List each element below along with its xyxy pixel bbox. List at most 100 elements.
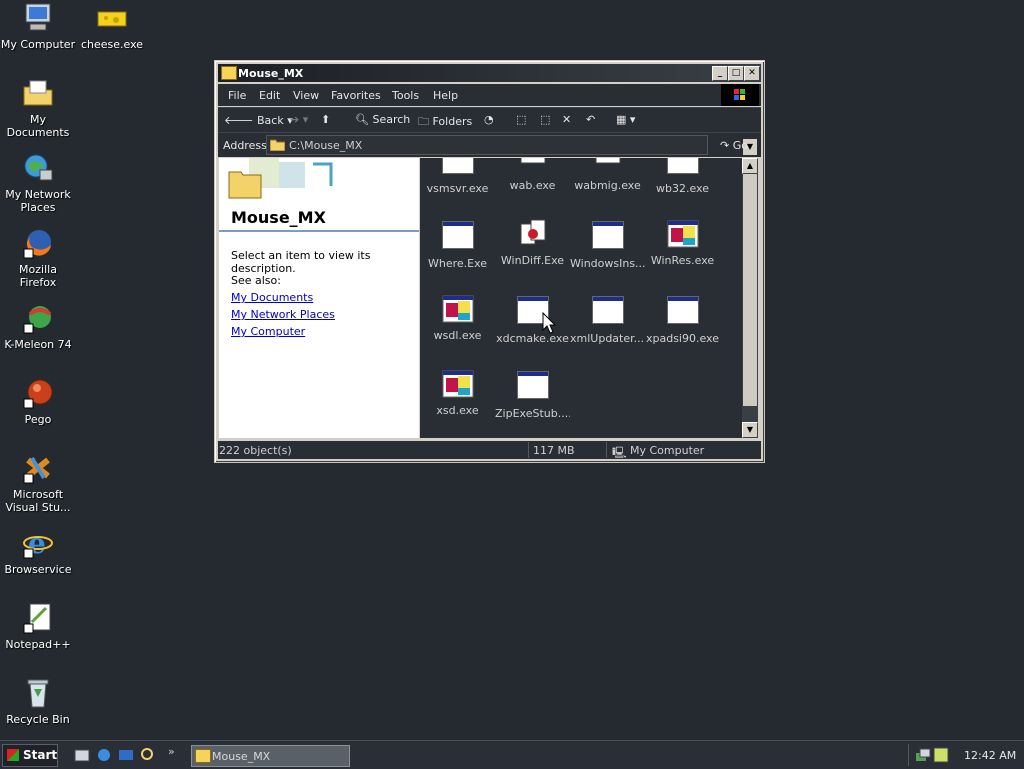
application-icon (516, 371, 549, 403)
file-item[interactable]: xsd.exe (420, 368, 495, 417)
delete-icon: ✕ (562, 113, 572, 126)
file-item[interactable]: vsmsvr.exe (420, 158, 495, 195)
taskbar-button-mouse-mx[interactable]: Mouse_MX (191, 745, 350, 767)
k-meleon-icon (22, 302, 54, 334)
minimize-button[interactable]: _ (712, 66, 728, 81)
my-documents-icon (22, 77, 54, 109)
copy-to-button[interactable]: ⬚ (540, 113, 550, 126)
desktop-icon-my-documents[interactable]: My Documents (0, 77, 76, 139)
scroll-up-button[interactable]: ▲ (742, 158, 758, 174)
file-list[interactable]: vsmsvr.exe wab.exe wabmig.exe wb32.exe Where… (420, 158, 742, 438)
back-button[interactable]: 🡐 Back ▾ (224, 113, 293, 127)
desktop-icon-visual-studio[interactable]: Microsoft Visual Stu... (0, 452, 76, 514)
window-title: Mouse_MX (238, 67, 304, 80)
address-value: C:\Mouse_MX (289, 139, 363, 152)
application-icon (591, 221, 624, 253)
undo-button[interactable]: ↶ (586, 113, 595, 126)
network-tray-icon[interactable] (915, 747, 931, 763)
menu-favorites[interactable]: Favorites (331, 89, 381, 102)
file-item[interactable]: WindowsIns... (570, 218, 645, 270)
move-to-icon: ⬚ (516, 113, 527, 126)
ie-icon[interactable] (96, 747, 112, 763)
desktop-icon-browservice[interactable]: e Browservice (0, 527, 76, 576)
file-item[interactable]: xmlUpdater.... (570, 293, 645, 345)
file-item[interactable]: WinRes.exe (645, 218, 720, 267)
delete-button[interactable]: ✕ (562, 113, 571, 126)
explorer-window[interactable]: Mouse_MX _ □ ✕ File Edit View Favorites … (214, 60, 765, 463)
desktop-icon-k-meleon[interactable]: K-Meleon 74 (0, 302, 76, 351)
file-name: wabmig.exe (574, 179, 641, 192)
menu-tools[interactable]: Tools (392, 89, 419, 102)
scroll-down-button[interactable]: ▼ (742, 422, 758, 438)
link-my-documents[interactable]: My Documents (231, 291, 313, 304)
desktop-icon-cheese[interactable]: cheese.exe (74, 2, 150, 51)
file-item[interactable]: WinDiff.Exe (495, 218, 570, 267)
desktop-icon-pego[interactable]: Pego (0, 377, 76, 426)
menu-edit[interactable]: Edit (259, 89, 280, 102)
file-name: Where.Exe (427, 257, 488, 270)
menu-file[interactable]: File (228, 89, 246, 102)
application-icon (441, 158, 474, 178)
file-item[interactable]: xdcmake.exe (495, 293, 570, 345)
show-desktop-icon[interactable] (74, 747, 90, 763)
file-name: vsmsvr.exe (426, 182, 489, 195)
outlook-icon[interactable] (118, 747, 134, 763)
history-icon: ◔ (484, 113, 494, 126)
scroll-thumb[interactable] (743, 174, 757, 406)
start-button[interactable]: Start (2, 744, 58, 767)
folder-icon (221, 66, 237, 80)
title-bar[interactable]: Mouse_MX _ □ ✕ (218, 64, 761, 82)
application-icon (441, 221, 474, 253)
status-divider (528, 442, 529, 458)
address-input[interactable]: C:\Mouse_MX ▼ (266, 135, 757, 155)
network-icon (22, 152, 54, 184)
address-book-icon (517, 158, 549, 175)
panel-title: Mouse_MX (231, 208, 326, 227)
copy-to-icon: ⬚ (540, 113, 551, 126)
link-my-network-places[interactable]: My Network Places (231, 308, 335, 321)
resource-app-icon (442, 293, 474, 325)
quick-launch-chevron-icon[interactable]: » (168, 745, 175, 758)
desktop-icon-notepad[interactable]: Notepad++ (0, 602, 76, 651)
link-my-computer[interactable]: My Computer (231, 325, 305, 338)
notepad-icon (22, 602, 54, 634)
forward-button[interactable]: ➔ ▾ (290, 113, 308, 126)
file-item[interactable]: wabmig.exe (570, 158, 645, 192)
vertical-scrollbar[interactable]: ▲ ▼ (742, 158, 758, 438)
file-item[interactable]: Where.Exe (420, 218, 495, 270)
menu-help[interactable]: Help (433, 89, 458, 102)
file-name: xmlUpdater.... (570, 332, 645, 345)
application-icon (666, 296, 699, 328)
go-button[interactable]: ↷ Go (720, 139, 748, 152)
tray-app-icon[interactable] (933, 747, 949, 763)
up-folder-button[interactable]: ⬆ (321, 113, 330, 126)
desktop-icon-network[interactable]: My Network Places (0, 152, 76, 214)
desktop-icon-recycle-bin[interactable]: Recycle Bin (0, 677, 76, 726)
file-item[interactable]: wb32.exe (645, 158, 720, 195)
file-item[interactable]: ZipExeStub.... (495, 368, 570, 420)
file-name: xpadsi90.exe (645, 332, 719, 345)
search-icon[interactable] (140, 747, 156, 763)
file-name: wab.exe (509, 179, 556, 192)
file-name: ZipExeStub.... (495, 407, 570, 420)
application-icon (666, 158, 699, 178)
file-name: wsdl.exe (433, 329, 482, 342)
maximize-button[interactable]: □ (728, 66, 744, 81)
my-computer-icon (22, 2, 54, 34)
desktop-icon-my-computer[interactable]: My Computer (0, 2, 76, 51)
address-book-icon (592, 158, 624, 175)
file-item[interactable]: xpadsi90.exe (645, 293, 720, 345)
search-button[interactable]: 🔍︎ Search (355, 113, 410, 126)
move-to-button[interactable]: ⬚ (516, 113, 526, 126)
views-button[interactable]: ▦ ▾ (616, 113, 635, 126)
menu-view[interactable]: View (293, 89, 319, 102)
folders-button[interactable]: 🗀 Folders (418, 113, 472, 132)
file-item[interactable]: wab.exe (495, 158, 570, 192)
desktop-icon-firefox[interactable]: Mozilla Firefox (0, 227, 76, 289)
close-button[interactable]: ✕ (744, 66, 760, 81)
file-item[interactable]: wsdl.exe (420, 293, 495, 342)
history-button[interactable]: ◔ (484, 113, 494, 126)
visual-studio-icon (22, 452, 54, 484)
status-size: 117 MB (533, 444, 575, 457)
folders-icon: 🗀 (418, 115, 429, 128)
